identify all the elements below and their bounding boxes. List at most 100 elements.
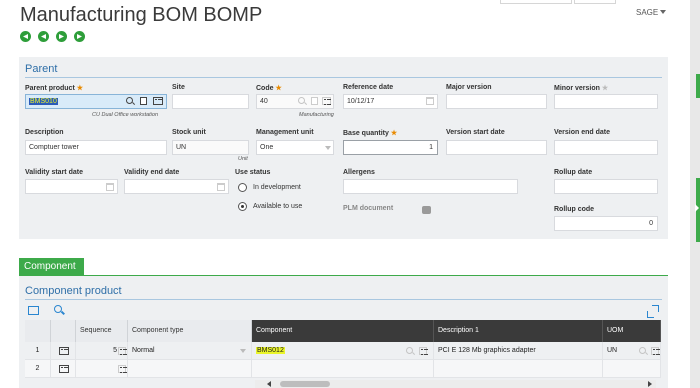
stock-unit-field[interactable]: UN (172, 140, 249, 155)
allergens-label: Allergens (343, 169, 375, 176)
version-start-date-field[interactable] (446, 140, 547, 155)
component-product-title: Component product (25, 285, 122, 297)
management-unit-label: Management unit (256, 129, 314, 136)
grid-header-sequence[interactable]: Sequence (76, 320, 128, 342)
expand-icon[interactable] (647, 305, 659, 318)
grid-header-description[interactable]: Description 1 (434, 320, 603, 342)
available-to-use-radio[interactable] (238, 202, 247, 211)
scroll-left-icon[interactable] (267, 381, 271, 387)
component-cell[interactable] (252, 360, 434, 378)
document-icon[interactable] (140, 97, 147, 105)
calendar-icon[interactable] (217, 183, 225, 191)
list-icon[interactable] (118, 365, 127, 373)
component-type-cell[interactable]: Normal (128, 342, 252, 360)
validity-start-date-label: Validity start date (25, 169, 83, 176)
minor-version-field[interactable] (554, 94, 658, 109)
list-icon[interactable] (59, 347, 69, 355)
grid-header-uom[interactable]: UOM (603, 320, 661, 342)
reference-date-label: Reference date (343, 84, 394, 91)
page-title: Manufacturing BOM BOMP (20, 4, 263, 26)
side-tab[interactable] (696, 74, 700, 98)
validity-end-date-label: Validity end date (124, 169, 180, 176)
parent-product-label: Parent product ★ (25, 85, 84, 92)
code-label: Code ★ (256, 85, 282, 92)
row-number: 1 (25, 342, 51, 360)
user-menu[interactable]: SAGE (636, 8, 658, 17)
calendar-icon[interactable] (106, 183, 114, 191)
rollup-code-label: Rollup code (554, 206, 595, 213)
major-version-field[interactable] (446, 94, 547, 109)
description-cell[interactable] (434, 360, 603, 378)
toolbar-box[interactable] (500, 0, 572, 4)
uom-cell[interactable]: UN (603, 342, 661, 360)
component-grid: Sequence Component type Component Descri… (25, 320, 661, 388)
first-record-button[interactable] (20, 31, 31, 42)
row-number: 2 (25, 360, 51, 378)
validity-end-date-field[interactable] (124, 179, 229, 194)
chevron-right-icon[interactable] (695, 204, 699, 212)
in-development-radio[interactable] (238, 183, 247, 192)
stock-unit-sub: Unit (238, 156, 248, 162)
validity-start-date-field[interactable] (25, 179, 118, 194)
row-detail-cell[interactable] (51, 342, 76, 360)
list-icon[interactable] (153, 97, 163, 105)
base-quantity-field[interactable]: 1 (343, 140, 438, 155)
search-icon[interactable] (298, 97, 305, 104)
section-divider (25, 299, 662, 300)
list-icon[interactable] (59, 365, 69, 373)
list-icon[interactable] (419, 347, 428, 355)
last-record-button[interactable] (74, 31, 85, 42)
grid-header-rownum (25, 320, 51, 342)
sequence-cell[interactable]: 5 (76, 342, 128, 360)
list-icon[interactable] (651, 347, 660, 355)
description-cell[interactable]: PCI E 128 Mb graphics adapter (434, 342, 603, 360)
right-side-panel (690, 0, 700, 388)
chevron-down-icon[interactable] (325, 146, 331, 150)
rollup-date-field[interactable] (554, 179, 658, 194)
version-end-date-field[interactable] (554, 140, 658, 155)
search-icon[interactable] (639, 347, 646, 354)
reference-date-field[interactable]: 10/12/17 (343, 94, 438, 109)
row-detail-cell[interactable] (51, 360, 76, 378)
minor-version-label: Minor version ★ (554, 85, 609, 92)
version-start-date-label: Version start date (446, 129, 505, 136)
search-icon[interactable] (126, 97, 133, 104)
uom-cell[interactable] (603, 360, 661, 378)
scroll-right-icon[interactable] (648, 381, 652, 387)
description-field[interactable]: Comptuer tower (25, 140, 167, 155)
component-type-cell[interactable] (128, 360, 252, 378)
sequence-cell[interactable] (76, 360, 128, 378)
document-icon[interactable] (311, 97, 318, 105)
component-cell[interactable]: BMS012 (252, 342, 434, 360)
stock-unit-label: Stock unit (172, 129, 206, 136)
calendar-icon[interactable] (426, 97, 434, 105)
search-icon[interactable] (406, 347, 413, 354)
previous-record-button[interactable] (38, 31, 49, 42)
rollup-code-field[interactable]: 0 (554, 216, 658, 231)
plm-document-icon[interactable] (422, 206, 431, 214)
section-divider (25, 77, 662, 78)
scrollbar-thumb[interactable] (280, 381, 330, 387)
major-version-label: Major version (446, 84, 492, 91)
toolbar-box-2[interactable] (574, 0, 616, 4)
in-development-label: In development (253, 184, 301, 191)
tab-component[interactable]: Component (19, 258, 84, 275)
horizontal-scrollbar[interactable] (255, 380, 656, 388)
site-field[interactable] (172, 94, 249, 109)
code-description: Manufacturing (299, 112, 334, 118)
chevron-down-icon[interactable] (240, 349, 246, 353)
chevron-down-icon[interactable] (660, 10, 666, 14)
grid-header-component-type[interactable]: Component type (128, 320, 252, 342)
grid-options-icon[interactable] (28, 306, 39, 315)
grid-header-component[interactable]: Component (252, 320, 434, 342)
site-label: Site (172, 84, 185, 91)
description-label: Description (25, 129, 64, 136)
list-icon[interactable] (322, 97, 331, 105)
list-icon[interactable] (118, 347, 127, 355)
next-record-button[interactable] (56, 31, 67, 42)
available-to-use-label: Available to use (253, 203, 303, 210)
search-icon[interactable] (54, 305, 62, 313)
rollup-date-label: Rollup date (554, 169, 593, 176)
management-unit-select[interactable]: One (256, 140, 334, 155)
allergens-field[interactable] (343, 179, 518, 194)
